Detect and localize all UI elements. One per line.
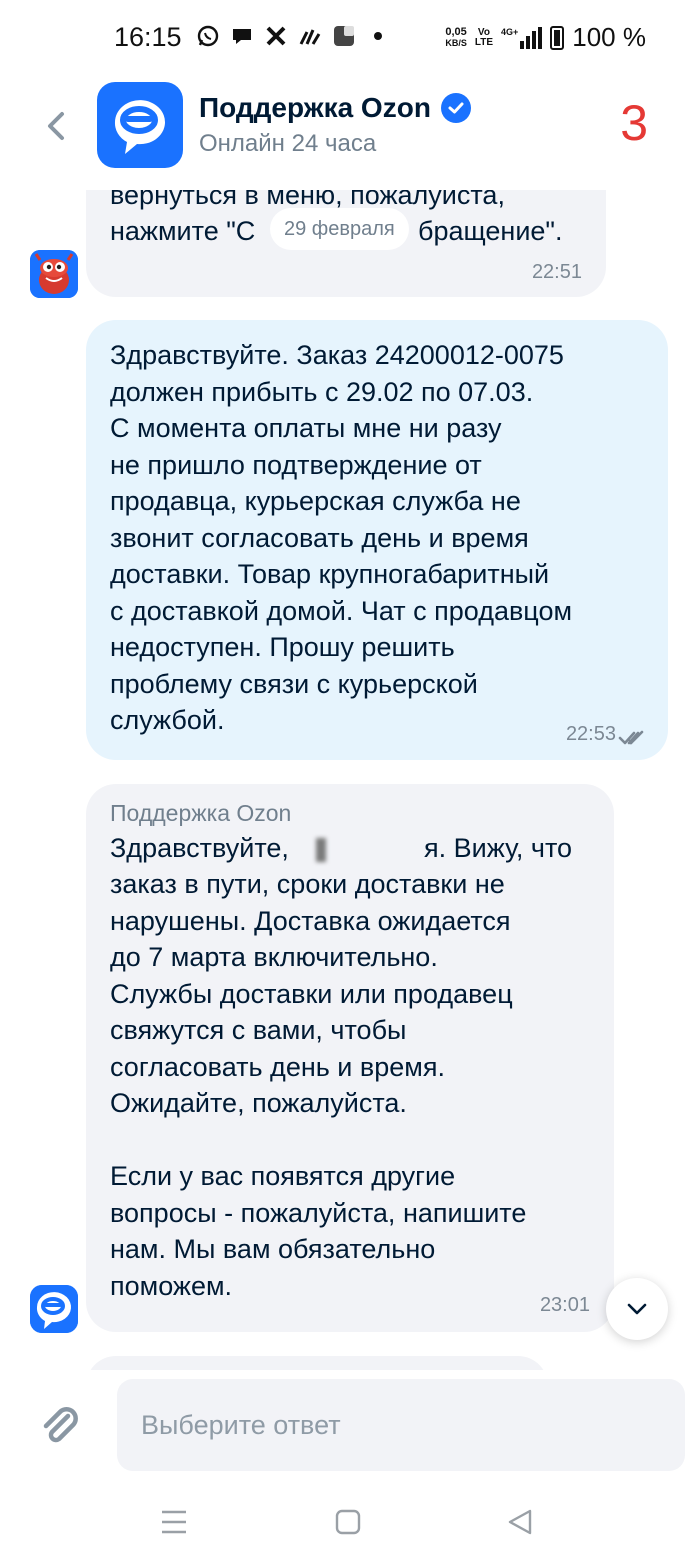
message-time: 23:01 <box>539 1294 590 1316</box>
reply-selector-field[interactable]: Выберите ответ <box>117 1379 685 1471</box>
whatsapp-icon <box>196 24 220 48</box>
scroll-down-button[interactable] <box>606 1278 668 1340</box>
message-incoming: Поддержка Ozon Здравствуйте, я. Вижу, чт… <box>86 784 614 1332</box>
signal-icon: 4G+ <box>501 26 543 49</box>
message-outgoing: Здравствуйте. Заказ 24200012-0075 должен… <box>86 320 668 760</box>
message-text-right: бращение". <box>418 216 563 246</box>
ozon-support-avatar[interactable] <box>97 82 183 168</box>
app-icon <box>332 24 356 48</box>
ozon-avatar <box>30 1285 78 1333</box>
back-chevron-icon[interactable] <box>36 106 76 146</box>
double-check-icon <box>618 720 646 745</box>
chat-subtitle: Онлайн 24 часа <box>199 130 377 157</box>
battery-icon <box>550 25 565 50</box>
notification-icons <box>196 24 382 48</box>
message-incoming-partial <box>86 1356 548 1370</box>
date-separator: 29 февраля <box>270 208 409 250</box>
message-time: 22:51 <box>531 261 582 283</box>
chat-title: Поддержка Ozon <box>199 92 471 124</box>
composer: Выберите ответ <box>0 1370 700 1480</box>
system-icons: 0,05 KB/S Vo LTE 4G+ 100 % <box>445 22 646 53</box>
status-time: 16:15 <box>114 22 182 52</box>
music-icon <box>298 24 322 48</box>
chat-messages[interactable]: вернуться в меню, пожалуйста, нажмите "С… <box>0 190 700 1370</box>
battery-percent: 100 % <box>572 22 646 52</box>
paperclip-icon[interactable] <box>38 1404 82 1448</box>
red-badge-number: 3 <box>620 95 648 151</box>
net-speed: 0,05 KB/S <box>445 25 467 48</box>
chat-icon <box>230 24 254 48</box>
message-text: Здравствуйте. Заказ 24200012-0075 должен… <box>110 340 573 735</box>
back-triangle-icon[interactable] <box>500 1502 540 1542</box>
mascot-avatar <box>30 250 78 298</box>
message-text-left: нажмите "С <box>110 216 256 246</box>
message-sender: Поддержка Ozon <box>110 800 292 826</box>
status-bar: 16:15 0,05 KB/S Vo LTE 4G+ 100 % <box>0 0 700 80</box>
system-navigation-bar <box>0 1480 700 1563</box>
dot-icon <box>374 32 382 40</box>
message-greeting-end: я. Вижу, что <box>424 833 573 863</box>
message-time: 22:53 <box>565 723 616 745</box>
x-icon <box>264 24 288 48</box>
redacted-name <box>316 838 326 862</box>
verified-check-icon <box>440 93 471 123</box>
home-square-icon[interactable] <box>328 1502 368 1542</box>
volte-indicator: Vo LTE <box>474 26 493 48</box>
message-text: заказ в пути, сроки доставки не нарушены… <box>110 869 527 1301</box>
chat-header: Поддержка Ozon Онлайн 24 часа 3 <box>0 80 700 190</box>
message-greeting-start: Здравствуйте, <box>110 833 289 863</box>
menu-icon[interactable] <box>154 1502 194 1542</box>
